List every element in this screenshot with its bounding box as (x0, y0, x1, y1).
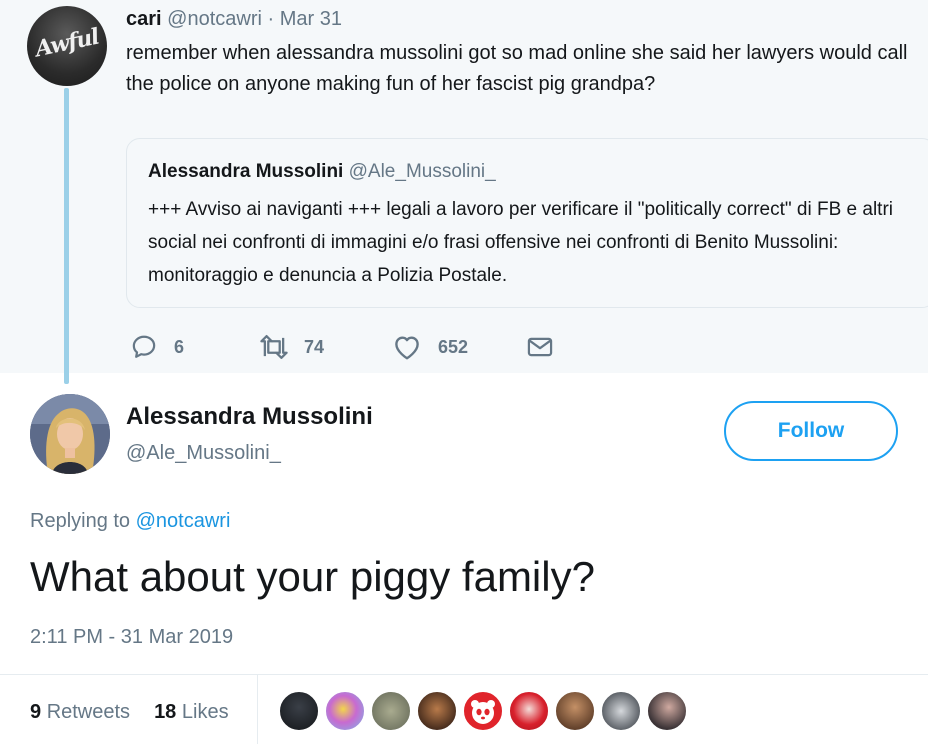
liker-avatar[interactable] (554, 690, 596, 732)
liker-avatar[interactable] (508, 690, 550, 732)
reply-icon (132, 335, 156, 358)
likes-count: 18 (154, 701, 177, 723)
liker-avatar[interactable] (324, 690, 366, 732)
avatar[interactable] (30, 394, 110, 474)
like-button[interactable]: 652 (392, 330, 468, 364)
follow-button[interactable]: Follow (724, 401, 898, 461)
reply-button[interactable]: 6 (130, 330, 184, 364)
retweet-icon (260, 334, 288, 359)
author-name[interactable]: Alessandra Mussolini (126, 402, 373, 432)
liker-avatar[interactable] (278, 690, 320, 732)
author-handle[interactable]: @notcawri (167, 8, 262, 30)
likes-stat[interactable]: 18 Likes (154, 701, 229, 723)
profile-photo (30, 394, 110, 474)
liker-avatar[interactable] (600, 690, 642, 732)
liker-avatar[interactable] (416, 690, 458, 732)
quoted-author-name: Alessandra Mussolini (148, 161, 344, 182)
direct-message-button[interactable] (526, 330, 554, 364)
panda-icon (471, 700, 495, 724)
thread-line (64, 88, 69, 384)
avatar[interactable]: Awful (27, 6, 107, 86)
quoted-author-handle: @Ale_Mussolini_ (348, 161, 496, 182)
likes-label: Likes (181, 701, 229, 723)
quoted-tweet-header: Alessandra Mussolini @Ale_Mussolini_ (148, 159, 496, 185)
parent-tweet-text: remember when alessandra mussolini got s… (126, 42, 908, 95)
replying-mention-link[interactable]: @notcawri (136, 510, 231, 532)
like-count: 652 (438, 336, 469, 357)
separator-dot: · (267, 8, 275, 30)
avatar-logo: Awful (33, 23, 101, 63)
parent-tweet-header: cari @notcawri · Mar 31 (126, 6, 342, 32)
retweet-button[interactable]: 74 (258, 330, 324, 364)
quoted-tweet[interactable]: Alessandra Mussolini @Ale_Mussolini_ +++… (126, 138, 928, 308)
reply-count: 6 (174, 336, 185, 357)
retweets-count: 9 (30, 701, 42, 723)
replying-to: Replying to @notcawri (30, 508, 230, 534)
parent-tweet[interactable]: Awful cari @notcawri · Mar 31 remember w… (0, 0, 928, 384)
tweet-text: What about your piggy family? (30, 553, 595, 600)
quoted-tweet-text: +++ Avviso ai naviganti +++ legali a lav… (148, 199, 893, 286)
retweets-stat[interactable]: 9 Retweets (30, 701, 130, 723)
divider (0, 674, 928, 675)
retweets-label: Retweets (46, 701, 131, 723)
replying-prefix: Replying to (30, 510, 131, 532)
tweet-date[interactable]: Mar 31 (280, 8, 342, 30)
divider (257, 675, 258, 744)
retweet-count: 74 (304, 336, 325, 357)
liker-avatar[interactable] (370, 690, 412, 732)
liker-avatar[interactable] (462, 690, 504, 732)
author-name[interactable]: cari (126, 8, 162, 30)
direct-message-icon (527, 337, 553, 357)
like-icon (395, 336, 419, 360)
liker-avatar[interactable] (646, 690, 688, 732)
author-handle[interactable]: @Ale_Mussolini_ (126, 440, 281, 466)
tweet-timestamp[interactable]: 2:11 PM - 31 Mar 2019 (30, 624, 233, 650)
tweet-stats: 9 Retweets 18 Likes (30, 698, 229, 726)
